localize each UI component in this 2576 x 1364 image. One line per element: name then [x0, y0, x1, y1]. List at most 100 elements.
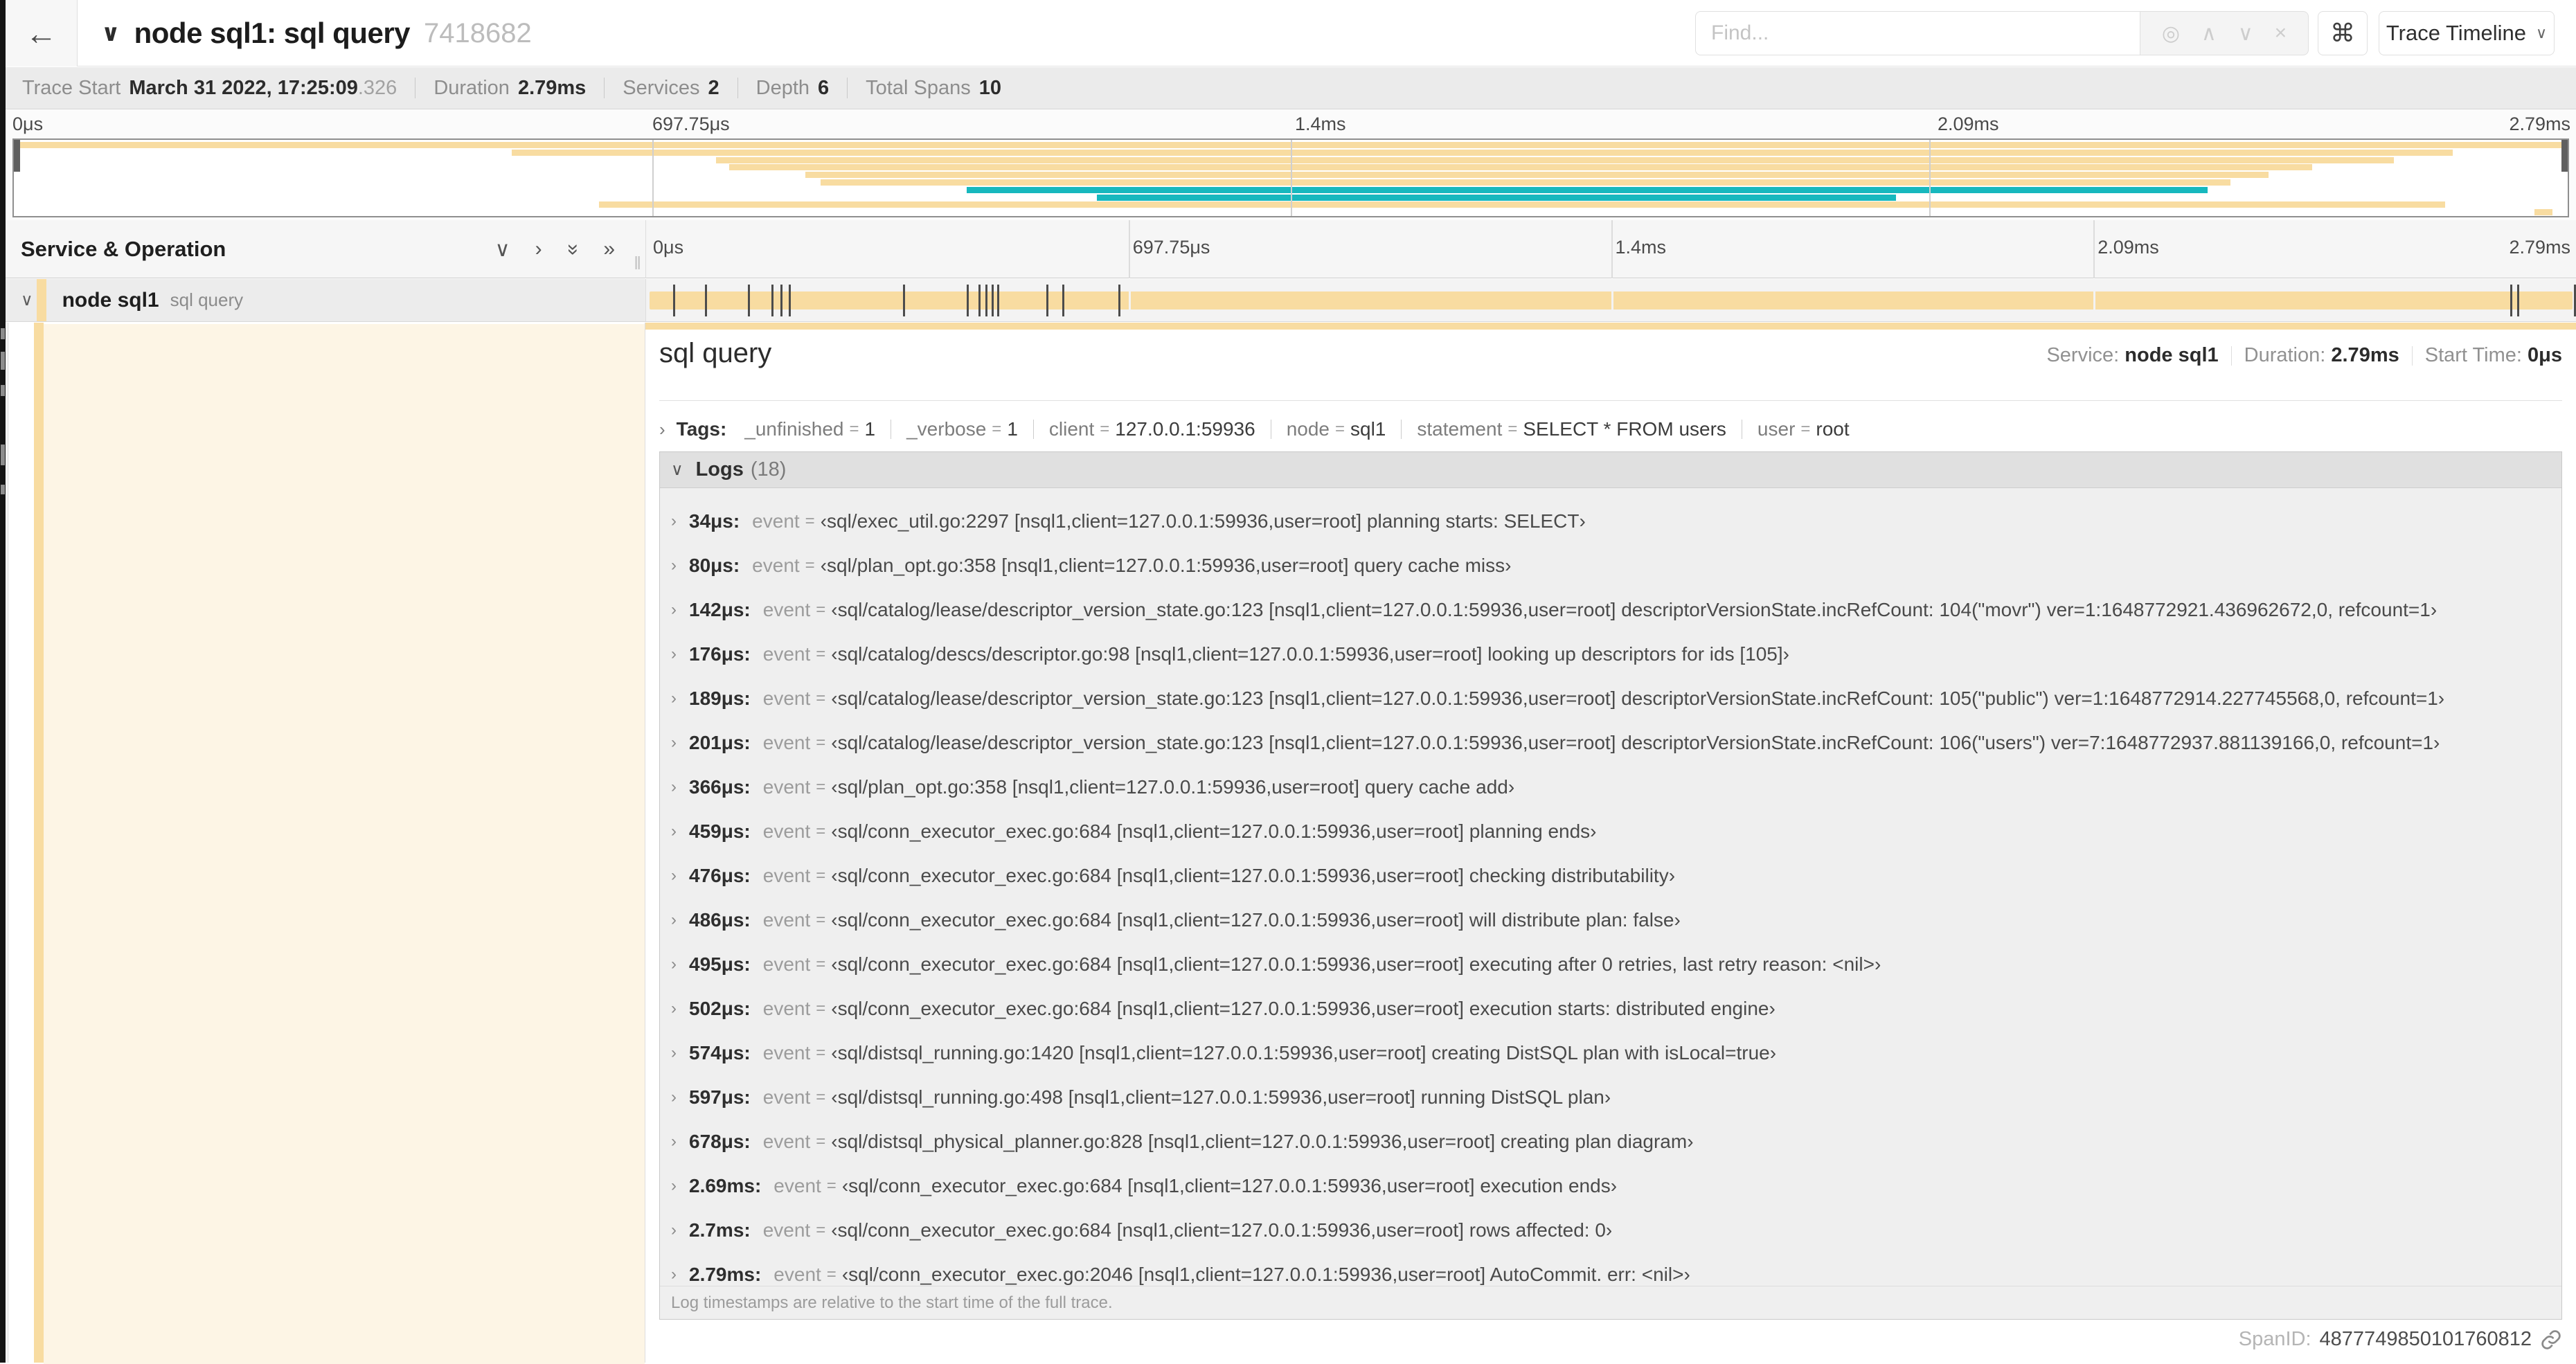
log-field-key: event: [773, 1175, 821, 1196]
log-row[interactable]: › 476μs: event = ‹sql/conn_executor_exec.go:…: [660, 854, 2561, 898]
edge-mark: [1, 485, 5, 494]
header-bar: ← ∨ node sql1: sql query 7418682 ◎ ∧ ∨ ×…: [0, 0, 2576, 66]
log-row[interactable]: › 176μs: event = ‹sql/catalog/descs/descript…: [660, 632, 2561, 676]
collapse-all-icon[interactable]: »: [560, 244, 584, 255]
find-input[interactable]: [1695, 11, 2140, 55]
collapse-trace-chevron-icon[interactable]: ∨: [101, 19, 120, 47]
summary-label: Services: [623, 76, 700, 99]
log-row[interactable]: › 486μs: event = ‹sql/conn_executor_exec.go:…: [660, 898, 2561, 942]
meta-value: 0μs: [2528, 344, 2562, 366]
trace-id: 7418682: [424, 17, 532, 48]
log-timestamp: 678μs:: [689, 1131, 751, 1152]
log-field-key: event: [762, 1219, 811, 1241]
clear-search-icon[interactable]: ×: [2275, 21, 2287, 45]
span-row[interactable]: ∨ node sql1 sql query: [6, 279, 2576, 322]
log-equals: =: [816, 1132, 826, 1151]
span-duration-bar[interactable]: [650, 291, 2573, 309]
tag-value: 1: [864, 418, 876, 440]
log-row[interactable]: › 678μs: event = ‹sql/distsql_physical_plann…: [660, 1120, 2561, 1164]
log-marker-tick: [992, 285, 994, 316]
log-marker-tick: [780, 285, 782, 316]
summary-label: Depth: [755, 76, 810, 99]
collapse-one-icon[interactable]: ∨: [495, 237, 510, 262]
log-equals: =: [816, 1221, 826, 1239]
next-match-icon[interactable]: ∨: [2238, 21, 2253, 46]
minimap-tick-labels: 0μs 697.75μs 1.4ms 2.09ms 2.79ms: [6, 114, 2576, 137]
log-row[interactable]: › 189μs: event = ‹sql/catalog/lease/descript…: [660, 676, 2561, 721]
log-field-value: ‹sql/catalog/lease/descriptor_version_st…: [831, 688, 2445, 709]
trace-minimap: 0μs 697.75μs 1.4ms 2.09ms 2.79ms: [6, 109, 2576, 220]
log-equals: =: [816, 689, 826, 708]
minimap-right-scrubber-handle[interactable]: [2561, 140, 2568, 172]
log-field-key: event: [762, 865, 811, 886]
log-marker-tick: [1046, 285, 1049, 316]
log-row[interactable]: › 495μs: event = ‹sql/conn_executor_exec.go:…: [660, 942, 2561, 987]
log-marker-tick: [2510, 285, 2512, 316]
prev-match-icon[interactable]: ∧: [2201, 21, 2217, 46]
log-marker-tick: [747, 285, 750, 316]
chevron-down-icon[interactable]: ∨: [21, 290, 33, 310]
minimap-span: [2534, 209, 2552, 216]
tag-equals: =: [992, 420, 1002, 438]
log-row[interactable]: › 2.69ms: event = ‹sql/conn_executor_exec.go…: [660, 1164, 2561, 1208]
expand-all-icon[interactable]: »: [603, 237, 615, 262]
log-timestamp: 142μs:: [689, 599, 751, 620]
log-row[interactable]: › 502μs: event = ‹sql/conn_executor_exec.go:…: [660, 987, 2561, 1031]
minimap-left-scrubber-handle[interactable]: [14, 140, 20, 172]
log-field-value: ‹sql/distsql_running.go:1420 [nsql1,clie…: [831, 1042, 1777, 1064]
log-field-value: ‹sql/conn_executor_exec.go:684 [nsql1,cl…: [831, 998, 1776, 1019]
log-marker-tick: [673, 285, 675, 316]
divider: [659, 400, 2562, 401]
log-equals: =: [816, 866, 826, 885]
chevron-right-icon: ›: [671, 778, 677, 796]
log-equals: =: [816, 645, 826, 663]
log-row[interactable]: › 80μs: event = ‹sql/plan_opt.go:358 [nsql1,…: [660, 544, 2561, 588]
log-row[interactable]: › 2.7ms: event = ‹sql/conn_executor_exec.go:…: [660, 1208, 2561, 1253]
log-row[interactable]: › 201μs: event = ‹sql/catalog/lease/descript…: [660, 721, 2561, 765]
span-id-value: 4877749850101760812: [2319, 1328, 2532, 1350]
log-marker-tick: [2573, 285, 2576, 316]
span-row-timeline-cell[interactable]: [645, 279, 2576, 321]
time-tick-label: 1.4ms: [1615, 237, 1667, 258]
view-select-dropdown[interactable]: Trace Timeline ∨: [2379, 11, 2555, 55]
keyboard-shortcuts-button[interactable]: ⌘: [2318, 11, 2368, 55]
gridline: [2093, 220, 2095, 278]
log-row[interactable]: › 597μs: event = ‹sql/distsql_running.go:498…: [660, 1075, 2561, 1120]
log-row[interactable]: › 34μs: event = ‹sql/exec_util.go:2297 [nsql…: [660, 499, 2561, 544]
log-row[interactable]: › 142μs: event = ‹sql/catalog/lease/descript…: [660, 588, 2561, 632]
columns-header: Service & Operation ∨ › » » ‖ 0μs 697.75μ…: [6, 220, 2576, 278]
chevron-down-icon: ∨: [2536, 24, 2548, 42]
minimap-canvas[interactable]: [12, 138, 2569, 217]
log-row[interactable]: › 2.79ms: event = ‹sql/conn_executor_exec.go…: [660, 1253, 2561, 1286]
logs-header[interactable]: ∨ Logs (18): [660, 452, 2561, 488]
summary-value: 10: [978, 76, 1001, 99]
span-row-service-cell[interactable]: ∨ node sql1 sql query: [6, 279, 645, 321]
log-row[interactable]: › 366μs: event = ‹sql/plan_opt.go:358 [nsql1…: [660, 765, 2561, 809]
log-timestamp: 2.79ms:: [689, 1264, 762, 1285]
tag-key: _verbose: [906, 418, 987, 440]
separator: [1032, 420, 1034, 439]
link-icon[interactable]: [2540, 1329, 2562, 1351]
minimap-span: [966, 186, 2208, 193]
summary-value: 6: [818, 76, 830, 99]
edge-mark: [1, 385, 5, 396]
meta-label: Duration:: [2244, 344, 2332, 366]
locate-icon[interactable]: ◎: [2162, 21, 2180, 46]
separator: [737, 78, 738, 98]
log-field-value: ‹sql/plan_opt.go:358 [nsql1,client=127.0…: [831, 776, 1515, 798]
log-field-key: event: [762, 732, 811, 753]
tags-list: _unfinished = 1 _verbose = 1 client = 127.0.0.1:…: [744, 418, 1849, 440]
column-resizer-handle[interactable]: ‖: [634, 253, 641, 274]
log-field-key: event: [762, 776, 811, 798]
log-equals: =: [816, 910, 826, 929]
tag-value: root: [1816, 418, 1850, 440]
log-row[interactable]: › 459μs: event = ‹sql/conn_executor_exec.go:…: [660, 809, 2561, 854]
log-timestamp: 201μs:: [689, 732, 751, 753]
log-equals: =: [816, 600, 826, 619]
logs-rows: › 34μs: event = ‹sql/exec_util.go:2297 [nsql…: [660, 488, 2561, 1286]
expand-one-icon[interactable]: ›: [535, 237, 542, 262]
back-button[interactable]: ←: [6, 0, 78, 66]
tags-row[interactable]: › Tags: _unfinished = 1 _verbose = 1 client = 12…: [659, 413, 2562, 446]
log-row[interactable]: › 574μs: event = ‹sql/distsql_running.go:142…: [660, 1031, 2561, 1075]
chevron-right-icon: ›: [671, 1265, 677, 1284]
